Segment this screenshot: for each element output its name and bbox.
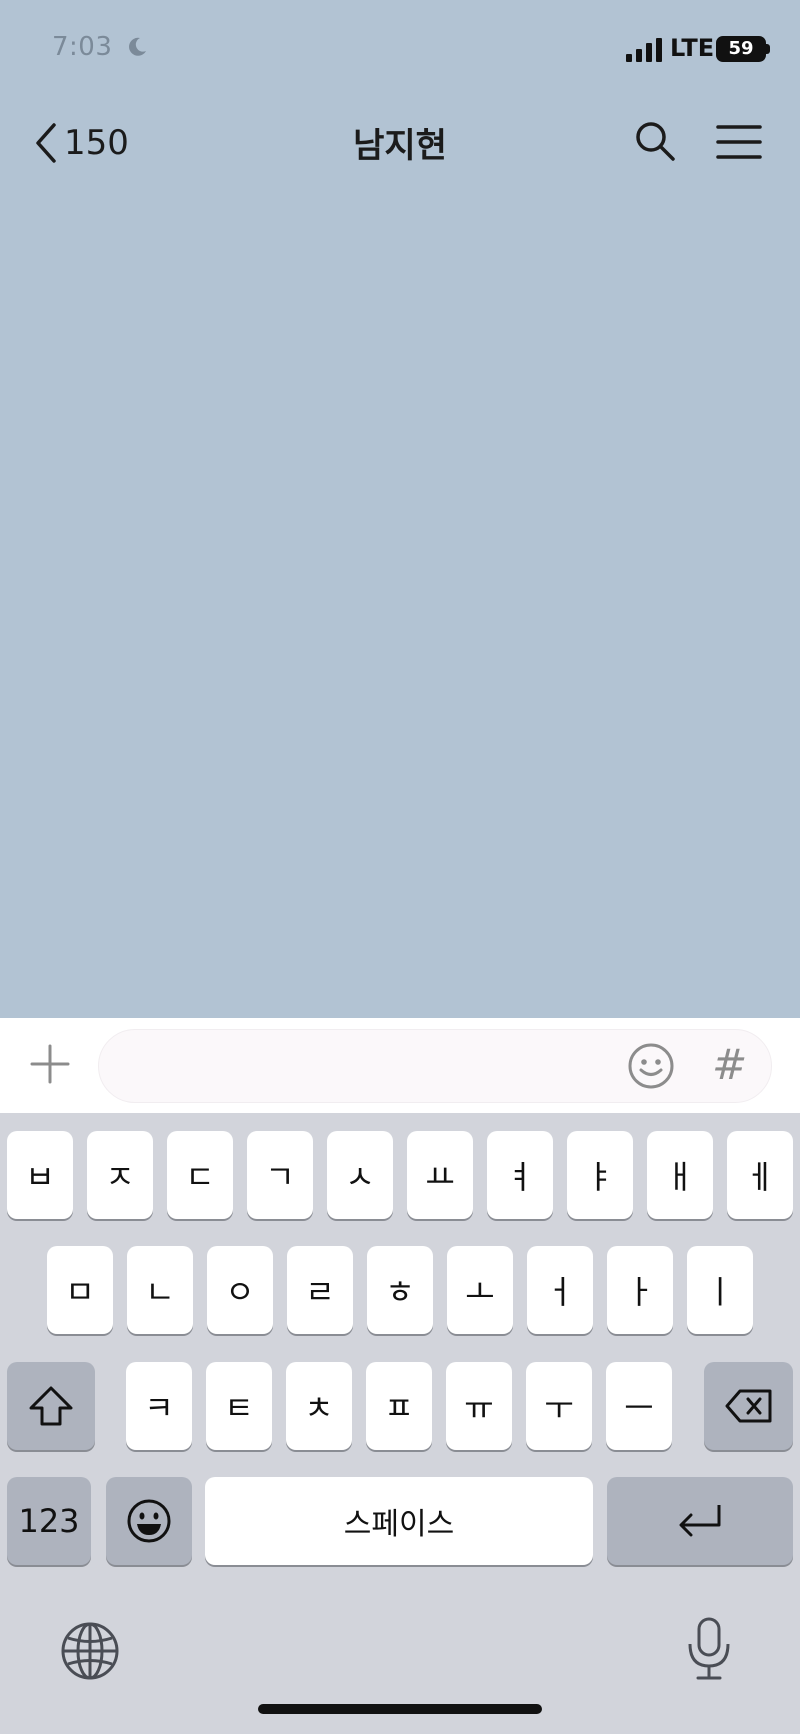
- key-row1-5[interactable]: ㅛ: [407, 1131, 473, 1219]
- globe-icon[interactable]: [60, 1621, 120, 1681]
- key-label: ㄷ: [185, 1158, 215, 1196]
- key-label: ㅣ: [705, 1273, 735, 1311]
- key-row2-0[interactable]: ㅁ: [47, 1246, 113, 1334]
- key-label: ㅅ: [345, 1158, 375, 1196]
- key-label: ㅑ: [585, 1158, 615, 1196]
- emoticon-icon[interactable]: [626, 1041, 676, 1091]
- key-label: ㅋ: [144, 1389, 174, 1427]
- return-key[interactable]: [607, 1477, 793, 1565]
- microphone-icon[interactable]: [684, 1616, 734, 1682]
- key-label: ㅏ: [625, 1273, 655, 1311]
- chat-area[interactable]: [0, 190, 800, 1018]
- key-row1-2[interactable]: ㄷ: [167, 1131, 233, 1219]
- key-label: ㄱ: [265, 1158, 295, 1196]
- moon-icon: [129, 37, 146, 56]
- backspace-icon: [725, 1389, 771, 1423]
- key-label: ㅌ: [224, 1389, 254, 1427]
- key-label: ㄴ: [145, 1273, 175, 1311]
- key-label: ㄹ: [305, 1273, 335, 1311]
- battery-icon: 59: [716, 36, 766, 62]
- space-key-label: 스페이스: [343, 1507, 455, 1542]
- key-label: ㅎ: [385, 1273, 415, 1311]
- key-label: ㅕ: [505, 1158, 535, 1196]
- hashtag-button[interactable]: #: [712, 1040, 747, 1089]
- key-label: ㅡ: [624, 1389, 654, 1427]
- key-row1-3[interactable]: ㄱ: [247, 1131, 313, 1219]
- numbers-key[interactable]: 123: [7, 1477, 91, 1565]
- key-label: ㅊ: [304, 1389, 334, 1427]
- network-label: LTE: [670, 34, 715, 62]
- key-label: ㅔ: [745, 1158, 775, 1196]
- home-indicator: [258, 1704, 542, 1714]
- key-label: ㅍ: [384, 1389, 414, 1427]
- shift-icon: [29, 1386, 73, 1426]
- numbers-key-label: 123: [18, 1502, 80, 1540]
- emoji-face-icon: [127, 1499, 171, 1543]
- key-label: ㅂ: [25, 1158, 55, 1196]
- key-label: ㅁ: [65, 1273, 95, 1311]
- key-label: ㅓ: [545, 1273, 575, 1311]
- key-row2-6[interactable]: ㅓ: [527, 1246, 593, 1334]
- plus-icon[interactable]: [28, 1042, 72, 1086]
- key-label: ㅈ: [105, 1158, 135, 1196]
- key-row3-0[interactable]: ㅋ: [126, 1362, 192, 1450]
- key-row2-3[interactable]: ㄹ: [287, 1246, 353, 1334]
- key-label: ㅇ: [225, 1273, 255, 1311]
- key-row2-2[interactable]: ㅇ: [207, 1246, 273, 1334]
- space-key[interactable]: 스페이스: [205, 1477, 593, 1565]
- signal-icon: [626, 38, 662, 62]
- key-label: ㅜ: [544, 1389, 574, 1427]
- key-label: ㅠ: [464, 1389, 494, 1427]
- key-row1-6[interactable]: ㅕ: [487, 1131, 553, 1219]
- return-icon: [679, 1505, 721, 1537]
- shift-key[interactable]: [7, 1362, 95, 1450]
- delete-key[interactable]: [704, 1362, 793, 1450]
- emoji-key[interactable]: [106, 1477, 192, 1565]
- key-row3-5[interactable]: ㅜ: [526, 1362, 592, 1450]
- key-row3-2[interactable]: ㅊ: [286, 1362, 352, 1450]
- key-row1-9[interactable]: ㅔ: [727, 1131, 793, 1219]
- key-label: ㅐ: [665, 1158, 695, 1196]
- key-row3-3[interactable]: ㅍ: [366, 1362, 432, 1450]
- key-row2-7[interactable]: ㅏ: [607, 1246, 673, 1334]
- key-label: ㅗ: [465, 1273, 495, 1311]
- chat-title: 남지현: [353, 126, 447, 166]
- key-row3-6[interactable]: ㅡ: [606, 1362, 672, 1450]
- key-row1-7[interactable]: ㅑ: [567, 1131, 633, 1219]
- key-row3-4[interactable]: ㅠ: [446, 1362, 512, 1450]
- status-time: 7:03: [52, 32, 113, 62]
- message-input[interactable]: [123, 1030, 627, 1102]
- key-row2-5[interactable]: ㅗ: [447, 1246, 513, 1334]
- key-row2-4[interactable]: ㅎ: [367, 1246, 433, 1334]
- menu-icon[interactable]: [716, 122, 762, 162]
- key-row2-1[interactable]: ㄴ: [127, 1246, 193, 1334]
- search-icon[interactable]: [634, 120, 676, 162]
- key-row3-1[interactable]: ㅌ: [206, 1362, 272, 1450]
- key-label: ㅛ: [425, 1158, 455, 1196]
- key-row2-8[interactable]: ㅣ: [687, 1246, 753, 1334]
- key-row1-0[interactable]: ㅂ: [7, 1131, 73, 1219]
- battery-tip: [766, 44, 770, 54]
- key-row1-8[interactable]: ㅐ: [647, 1131, 713, 1219]
- key-row1-1[interactable]: ㅈ: [87, 1131, 153, 1219]
- key-row1-4[interactable]: ㅅ: [327, 1131, 393, 1219]
